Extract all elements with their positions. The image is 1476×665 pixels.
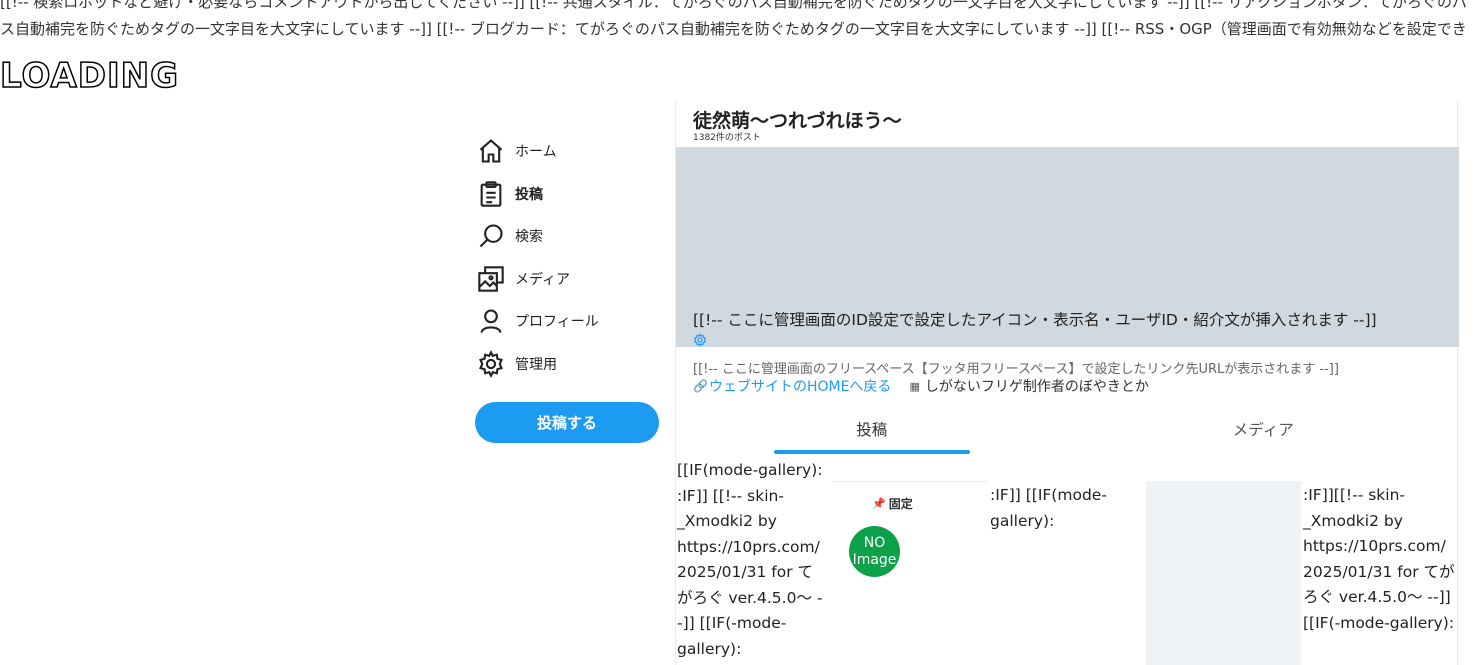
compose-post-button[interactable]: 投稿する [475,402,659,443]
media-icon [476,264,506,294]
tab-posts[interactable]: 投稿 [676,412,1068,455]
gear-icon [476,349,506,379]
timeline-tabs: 投稿 メディア [676,412,1459,455]
template-text-col1: [[IF(mode-gallery): :IF]] [[!-- skin-_Xm… [677,461,823,658]
search-icon [476,221,506,251]
loading-text: LOADING [0,55,179,97]
sidebar-item-media[interactable]: メディア [475,258,665,301]
sidebar-item-label: プロフィール [515,314,599,331]
sidebar-item-home[interactable]: ホーム [475,130,665,173]
no-image-avatar: NO Image [849,526,900,577]
sidebar-item-profile[interactable]: プロフィール [475,300,665,343]
raw-template-comments: [[!-- 検索ロボットなど避け・必要ならコメントアウトから出してください --… [0,0,1467,38]
timeline-content: [[IF(mode-gallery): :IF]] [[!-- skin-_Xm… [676,458,1459,665]
profile-icon [476,306,506,336]
sidebar-item-label: 検索 [515,229,543,246]
page-title: 徒然萌〜つれづれほう〜 [693,110,902,132]
blog-link[interactable]: しがないフリゲ制作者のぼやきとか [925,376,1149,396]
sidebar-item-admin[interactable]: 管理用 [475,343,665,386]
pin-icon: 📌 [872,497,886,510]
website-home-link[interactable]: ウェブサイトのHOMEへ戻る [709,376,891,396]
pinned-label: 固定 [888,497,913,511]
link-icon: 🔗 [693,379,708,393]
sidebar-item-label: 投稿 [515,186,543,203]
no-image-line1: NO [863,534,886,551]
post-count: 1382件のポスト [693,133,761,143]
sidebar-item-label: ホーム [515,144,557,161]
tab-media[interactable]: メディア [1068,412,1460,455]
sidebar-item-posts[interactable]: 投稿 [475,173,665,216]
calendar-icon: ▦ [909,379,920,393]
sidebar-item-search[interactable]: 検索 [475,215,665,258]
pinned-post-card[interactable]: 📌 固定 NO Image [832,481,987,665]
template-text-col5: :IF]][[!-- skin-_Xmodki2 by https://10pr… [1303,486,1455,632]
template-text-col3: :IF]] [[IF(mode-gallery): [990,486,1107,530]
profile-links: 🔗 ウェブサイトのHOMEへ戻る ▦ しがないフリゲ制作者のぼやきとか [693,376,1149,396]
post-list-icon [476,179,506,209]
free-space-text: [[!-- ここに管理画面のフリースペース【フッタ用フリースペース】で設定したリ… [693,362,1339,377]
main-timeline: 徒然萌〜つれづれほう〜 1382件のポスト [[!-- ここに管理画面のID設定… [675,100,1459,665]
profile-template-text: [[!-- ここに管理画面のID設定で設定したアイコン・表示名・ユーザID・紹介… [693,311,1377,329]
settings-gear-icon[interactable] [693,332,707,348]
pinned-label-row: 📌 固定 [872,495,913,512]
no-image-line2: Image [852,551,897,568]
sidebar-nav: ホーム 投稿 検索 メディア プロフィール 管理用 投稿する [475,130,665,443]
media-placeholder[interactable] [1146,481,1301,665]
sidebar-item-label: 管理用 [515,356,557,373]
sidebar-item-label: メディア [515,271,571,288]
home-icon [476,136,506,166]
